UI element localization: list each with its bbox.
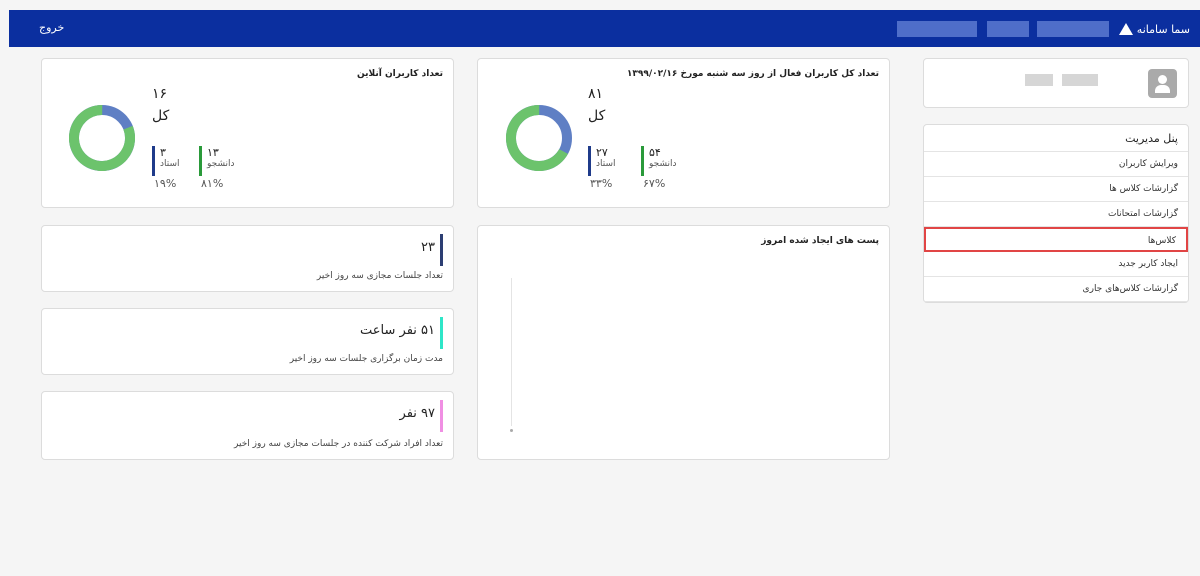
student-label: دانشجو: [207, 159, 235, 169]
chart-point: [510, 429, 513, 432]
student-count: ۱۳: [207, 146, 219, 159]
card-title: تعداد کاربران آنلاین: [357, 69, 443, 79]
menu-item-create-user[interactable]: ایجاد کاربر جدید: [924, 252, 1188, 277]
teacher-label: استاد: [596, 159, 616, 169]
menu-item-exam-reports[interactable]: گزارشات امتحانات: [924, 202, 1188, 227]
active-users-card: تعداد کل کاربران فعال از روز سه شنبه مور…: [477, 58, 890, 208]
chart-axis: [511, 278, 512, 426]
blurred-username: [1025, 74, 1053, 86]
teacher-bar: [588, 146, 591, 176]
donut-chart: [506, 105, 572, 171]
student-percent: ۶۷%: [643, 177, 666, 190]
teacher-bar: [152, 146, 155, 176]
blurred-header-block: [987, 21, 1029, 37]
metric-accent-bar: [440, 234, 443, 266]
student-bar: [199, 146, 202, 176]
students-stat: ۱۳ دانشجو ۸۱%: [199, 146, 259, 194]
menu-item-classes[interactable]: کلاس‌ها: [924, 227, 1188, 252]
metric-label: مدت زمان برگزاری جلسات سه روز اخیر: [289, 354, 443, 364]
total-value: ۸۱: [588, 86, 604, 102]
menu-item-current-class-reports[interactable]: گزارشات کلاس‌های جاری: [924, 277, 1188, 302]
metric-label: تعداد افراد شرکت کننده در جلسات مجازی سه…: [234, 439, 443, 449]
online-users-card: تعداد کاربران آنلاین ۱۶ کل ۳ استاد ۱۹% ۱…: [41, 58, 454, 208]
card-title: پست های ایجاد شده امروز: [761, 236, 879, 246]
logout-link[interactable]: خروج: [39, 21, 64, 34]
blurred-username: [1062, 74, 1098, 86]
teacher-label: استاد: [160, 159, 180, 169]
sidebar-menu: پنل مدیریت ویرایش کاربران گزارشات کلاس ه…: [923, 124, 1189, 303]
menu-item-class-reports[interactable]: گزارشات کلاس ها: [924, 177, 1188, 202]
metric-value: ۵۱ نفر ساعت: [360, 323, 435, 338]
metric-card: ۲۳ تعداد جلسات مجازی سه روز اخیر: [41, 225, 454, 292]
card-title: تعداد کل کاربران فعال از روز سه شنبه مور…: [626, 69, 879, 79]
teacher-percent: ۱۹%: [154, 177, 177, 190]
top-navbar: خروج سما سامانه: [9, 10, 1200, 47]
teacher-percent: ۳۳%: [590, 177, 613, 190]
metric-value: ۲۳: [421, 240, 435, 255]
user-avatar-icon[interactable]: [1148, 69, 1177, 98]
metric-label: تعداد جلسات مجازی سه روز اخیر: [316, 271, 443, 281]
total-value: ۱۶: [152, 86, 168, 102]
teacher-count: ۳: [160, 146, 166, 159]
metric-card: ۹۷ نفر تعداد افراد شرکت کننده در جلسات م…: [41, 391, 454, 460]
logo-mark-icon: [1118, 23, 1133, 35]
blurred-header-block: [897, 21, 977, 37]
menu-title: پنل مدیریت: [924, 125, 1188, 152]
total-label: کل: [588, 108, 606, 124]
metric-accent-bar: [440, 400, 443, 432]
student-label: دانشجو: [649, 159, 677, 169]
total-label: کل: [152, 108, 170, 124]
student-count: ۵۴: [649, 146, 661, 159]
teacher-count: ۲۷: [596, 146, 608, 159]
student-percent: ۸۱%: [201, 177, 224, 190]
profile-card: [923, 58, 1189, 108]
metric-card: ۵۱ نفر ساعت مدت زمان برگزاری جلسات سه رو…: [41, 308, 454, 375]
students-stat: ۵۴ دانشجو ۶۷%: [641, 146, 701, 194]
posts-today-card: پست های ایجاد شده امروز: [477, 225, 890, 460]
student-bar: [641, 146, 644, 176]
teachers-stat: ۲۷ استاد ۳۳%: [588, 146, 648, 194]
menu-item-edit-users[interactable]: ویرایش کاربران: [924, 152, 1188, 177]
app-logo-text: سما سامانه: [1136, 22, 1190, 36]
metric-value: ۹۷ نفر: [399, 406, 435, 421]
metric-accent-bar: [440, 317, 443, 349]
donut-chart: [69, 105, 135, 171]
app-logo[interactable]: سما سامانه: [1118, 19, 1190, 39]
blurred-header-block: [1037, 21, 1109, 37]
